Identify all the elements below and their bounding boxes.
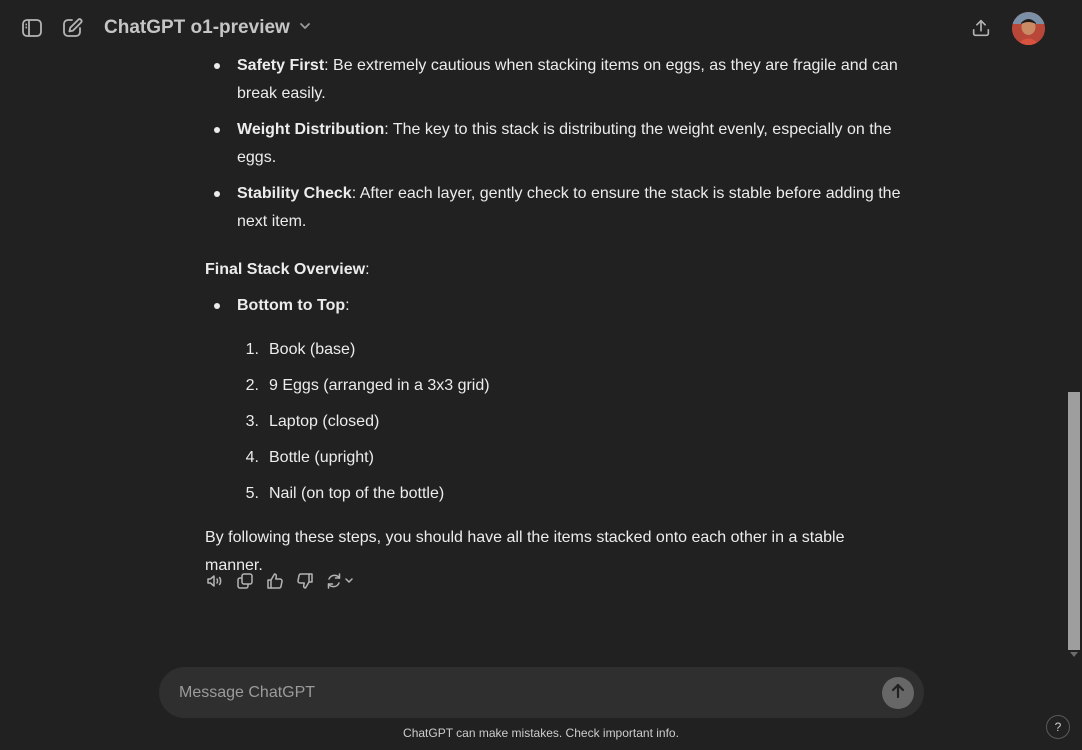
chevron-down-icon: [298, 19, 312, 38]
list-item-title: Stability Check: [237, 185, 352, 202]
send-button[interactable]: [882, 677, 914, 709]
help-button[interactable]: ?: [1046, 715, 1070, 739]
step-text: Bottle (upright): [269, 449, 374, 466]
sidebar-toggle-icon[interactable]: [18, 14, 46, 42]
avatar[interactable]: [1012, 12, 1045, 45]
share-icon[interactable]: [967, 14, 995, 42]
message-actions: [205, 571, 357, 591]
chat-window: ChatGPT o1-preview Safety First: Be extr…: [0, 0, 1082, 750]
list-item: Weight Distribution: The key to this sta…: [205, 116, 905, 172]
thumbs-down-icon[interactable]: [295, 571, 315, 591]
message-input[interactable]: [179, 667, 859, 718]
step-text: Nail (on top of the bottle): [269, 485, 445, 502]
overview-list: Bottom to Top: 1. Book (base) 2. 9 Eggs (a…: [205, 292, 905, 512]
section-heading-text: Final Stack Overview: [205, 261, 366, 278]
model-selector[interactable]: ChatGPT o1-preview: [96, 12, 320, 44]
step-item: 4. Bottle (upright): [237, 440, 905, 476]
step-number: 1.: [245, 341, 259, 358]
disclaimer-text: ChatGPT can make mistakes. Check importa…: [403, 726, 679, 740]
step-text: 9 Eggs (arranged in a 3x3 grid): [269, 377, 490, 394]
step-item: 1. Book (base): [237, 332, 905, 368]
step-item: 3. Laptop (closed): [237, 404, 905, 440]
top-bar: ChatGPT o1-preview: [0, 0, 1082, 56]
copy-icon[interactable]: [235, 571, 255, 591]
scrollbar-thumb[interactable]: [1068, 392, 1080, 650]
scroll-down-arrow-icon[interactable]: [1070, 652, 1078, 657]
steps-list: 1. Book (base) 2. 9 Eggs (arranged in a 3x…: [237, 332, 905, 512]
speaker-icon[interactable]: [205, 571, 225, 591]
step-text: Laptop (closed): [269, 413, 380, 430]
scrollbar[interactable]: [1066, 56, 1082, 662]
new-chat-icon[interactable]: [58, 14, 86, 42]
message-composer: [159, 667, 924, 718]
step-number: 5.: [245, 485, 259, 502]
list-item: Bottom to Top: 1. Book (base) 2. 9 Eggs (a…: [205, 292, 905, 512]
section-heading-colon: :: [365, 261, 370, 278]
step-item: 5. Nail (on top of the bottle): [237, 476, 905, 512]
list-item-title: Safety First: [237, 57, 325, 74]
step-text: Book (base): [269, 341, 356, 358]
step-number: 4.: [245, 449, 259, 466]
list-item: Safety First: Be extremely cautious when…: [205, 52, 905, 108]
model-title: ChatGPT o1-preview: [104, 17, 290, 38]
list-item: Stability Check: After each layer, gentl…: [205, 180, 905, 236]
step-number: 2.: [245, 377, 259, 394]
tips-list: Safety First: Be extremely cautious when…: [205, 52, 905, 236]
assistant-message: Safety First: Be extremely cautious when…: [205, 52, 905, 580]
arrow-up-icon: [889, 682, 907, 705]
list-item-text: : Be extremely cautious when stacking it…: [237, 57, 898, 102]
regenerate-icon[interactable]: [325, 571, 357, 591]
list-item-title: Bottom to Top: [237, 297, 346, 314]
list-item-colon: :: [345, 297, 350, 314]
list-item-title: Weight Distribution: [237, 121, 385, 138]
step-number: 3.: [245, 413, 259, 430]
step-item: 2. 9 Eggs (arranged in a 3x3 grid): [237, 368, 905, 404]
thumbs-up-icon[interactable]: [265, 571, 285, 591]
section-heading: Final Stack Overview:: [205, 256, 905, 284]
